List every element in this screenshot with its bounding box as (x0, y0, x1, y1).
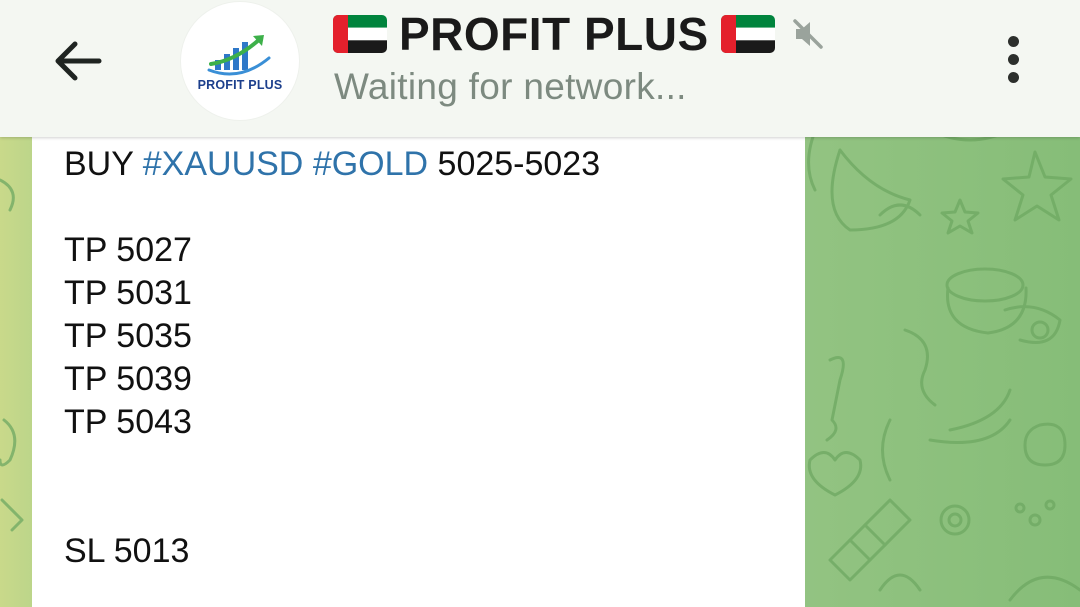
hashtag-xauusd[interactable]: #XAUUSD (143, 145, 304, 183)
take-profit-2: TP 5031 (64, 274, 192, 312)
take-profit-3: TP 5035 (64, 317, 192, 355)
hashtag-gold[interactable]: #GOLD (313, 145, 428, 183)
uae-flag-icon (333, 15, 387, 53)
chat-header: PROFIT PLUS PROFIT PLUS Waiting for netw… (0, 0, 1080, 137)
stop-loss: SL 5013 (64, 532, 190, 570)
signal-line: BUY #XAUUSD #GOLD 5025-5023 (64, 145, 600, 184)
speaker-muted-icon (792, 19, 823, 49)
more-vertical-icon-dot (1007, 53, 1019, 65)
message-bubble[interactable]: BUY #XAUUSD #GOLD 5025-5023 TP 5027 TP 5… (32, 137, 805, 607)
take-profit-1: TP 5027 (64, 231, 192, 269)
back-button[interactable] (38, 28, 118, 94)
chat-title: PROFIT PLUS (399, 8, 709, 60)
more-vertical-icon-dot (1007, 35, 1019, 47)
channel-avatar[interactable]: PROFIT PLUS (181, 2, 299, 120)
connection-status: Waiting for network... (334, 66, 687, 107)
avatar-brand-text: PROFIT PLUS (197, 78, 283, 92)
take-profit-5: TP 5043 (64, 403, 192, 441)
arrow-left-icon (55, 41, 102, 81)
more-vertical-icon-dot (1007, 71, 1019, 83)
signal-action: BUY (64, 145, 134, 183)
more-options-button[interactable] (990, 26, 1036, 92)
uae-flag-icon (720, 15, 775, 53)
take-profit-4: TP 5039 (64, 360, 192, 398)
chat-title-row[interactable]: PROFIT PLUS (333, 6, 825, 62)
profit-chart-logo-icon (207, 35, 271, 76)
entry-range: 5025-5023 (437, 145, 601, 183)
